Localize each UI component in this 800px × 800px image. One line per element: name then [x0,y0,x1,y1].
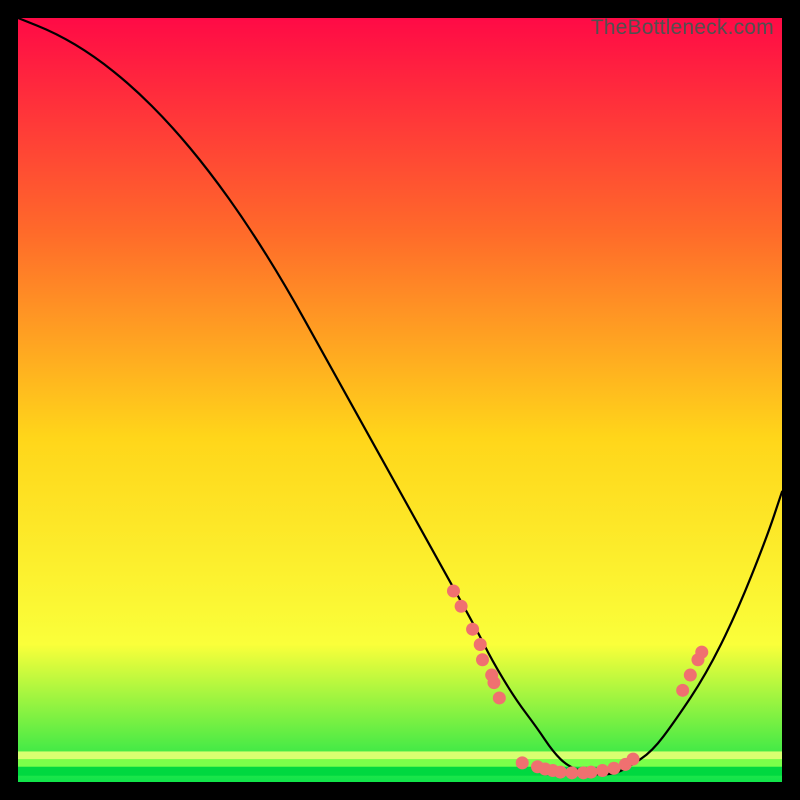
highlight-dot [554,766,567,779]
highlight-dot [447,585,460,598]
highlight-dot [607,762,620,775]
highlight-dot [596,764,609,777]
watermark-label: TheBottleneck.com [591,16,774,40]
highlight-dot [676,684,689,697]
highlight-dot [516,756,529,769]
highlight-dot [493,691,506,704]
highlight-dot [627,753,640,766]
highlight-dot [455,600,468,613]
highlight-dot [565,766,578,779]
highlight-dot [476,653,489,666]
gradient-background [18,18,782,782]
green-band [18,751,782,775]
highlight-dot [695,646,708,659]
green-band-stripe [18,767,782,776]
highlight-dot [585,766,598,779]
highlight-dot [466,623,479,636]
highlight-dot [684,669,697,682]
bottleneck-chart [18,18,782,782]
chart-frame: TheBottleneck.com [18,18,782,782]
highlight-dot [487,676,500,689]
highlight-dot [474,638,487,651]
